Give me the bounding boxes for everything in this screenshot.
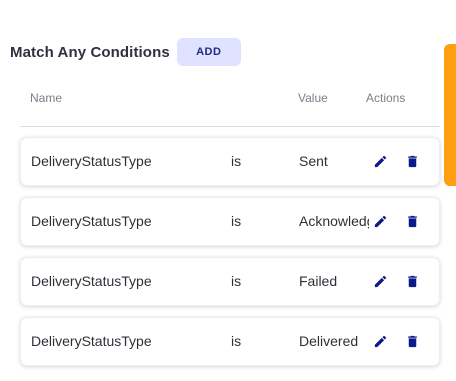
condition-name: DeliveryStatusType <box>31 153 152 169</box>
condition-value: Failed <box>299 273 338 289</box>
condition-value: Delivered <box>299 333 359 349</box>
condition-operator: is <box>231 333 242 349</box>
trash-icon[interactable] <box>403 152 421 170</box>
condition-value: Sent <box>299 153 328 169</box>
condition-operator: is <box>231 213 242 229</box>
trash-icon[interactable] <box>403 272 421 290</box>
condition-operator: is <box>231 273 242 289</box>
pencil-icon[interactable] <box>371 332 389 350</box>
section-header: Match Any Conditions ADD <box>10 38 241 66</box>
column-header-name: Name <box>30 91 63 105</box>
pencil-icon[interactable] <box>371 152 389 170</box>
side-drawer-tab[interactable] <box>444 44 456 186</box>
condition-row: DeliveryStatusType is Acknowledged <box>20 197 440 246</box>
condition-operator: is <box>231 153 242 169</box>
condition-name: DeliveryStatusType <box>31 333 152 349</box>
condition-row: DeliveryStatusType is Sent <box>20 137 440 186</box>
column-header-actions: Actions <box>366 91 406 105</box>
condition-name: DeliveryStatusType <box>31 273 152 289</box>
condition-row: DeliveryStatusType is Failed <box>20 257 440 306</box>
trash-icon[interactable] <box>403 332 421 350</box>
trash-icon[interactable] <box>403 212 421 230</box>
condition-value: Acknowledged <box>299 213 369 229</box>
table-header: Name Value Actions <box>20 90 440 127</box>
pencil-icon[interactable] <box>371 212 389 230</box>
column-header-value: Value <box>298 91 328 105</box>
condition-row: DeliveryStatusType is Delivered <box>20 317 440 366</box>
condition-name: DeliveryStatusType <box>31 213 152 229</box>
pencil-icon[interactable] <box>371 272 389 290</box>
conditions-panel: Match Any Conditions ADD Name Value Acti… <box>0 0 456 381</box>
add-condition-button[interactable]: ADD <box>176 38 241 66</box>
section-title: Match Any Conditions <box>10 43 170 61</box>
